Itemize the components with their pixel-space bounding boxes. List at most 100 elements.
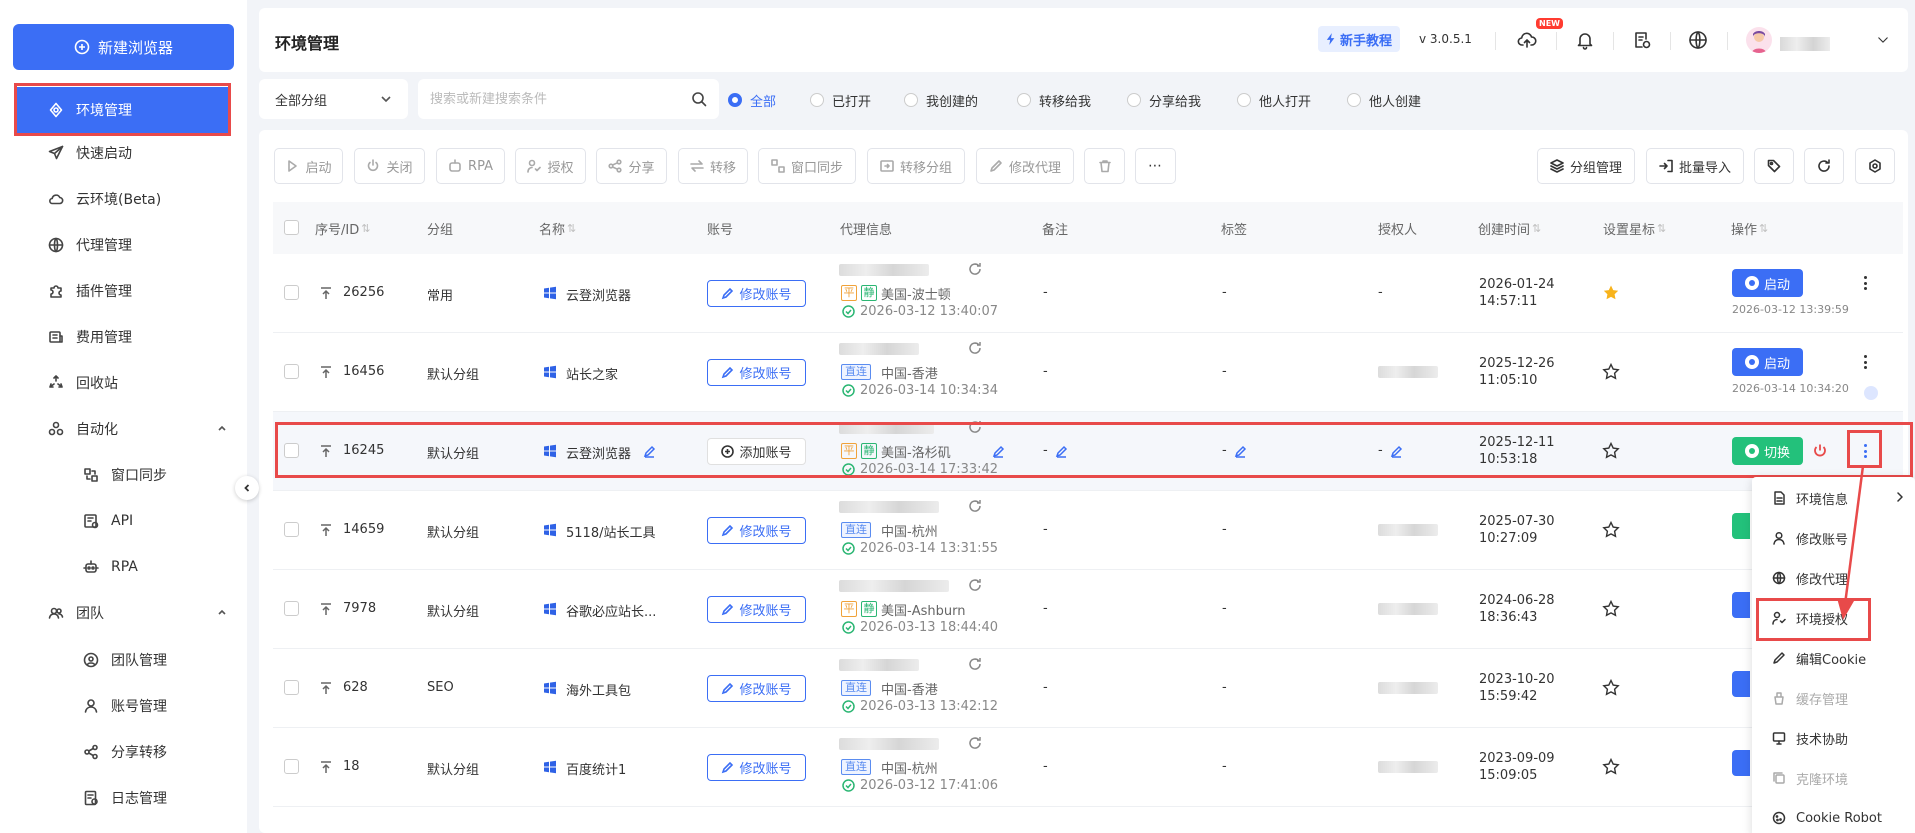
language-globe-icon[interactable] — [1686, 28, 1710, 52]
row-name[interactable]: 云登浏览器 — [566, 285, 631, 304]
launch-button[interactable]: 启动 — [274, 148, 343, 184]
star-icon[interactable] — [1602, 363, 1620, 381]
sidebar-item-api[interactable]: API — [0, 498, 247, 544]
row-more-icon[interactable] — [1857, 274, 1873, 292]
edit-name-icon[interactable] — [643, 445, 656, 458]
star-icon[interactable] — [1602, 442, 1620, 460]
close-button[interactable]: 关闭 — [354, 148, 425, 184]
search-input[interactable] — [430, 79, 680, 119]
sidebar-collapse-button[interactable] — [235, 476, 259, 500]
account-button[interactable]: 修改账号 — [707, 596, 806, 623]
row-checkbox[interactable] — [284, 680, 299, 695]
edit-note-icon[interactable] — [1055, 445, 1068, 458]
sidebar-item-quick-launch[interactable]: 快速启动 — [0, 130, 247, 176]
authorize-button[interactable]: 授权 — [515, 148, 586, 184]
tutorial-button[interactable]: 新手教程 — [1318, 26, 1401, 52]
row-checkbox[interactable] — [284, 364, 299, 379]
pin-icon[interactable] — [319, 444, 333, 458]
sidebar-item-logs[interactable]: 日志管理 — [0, 775, 247, 821]
share-button[interactable]: 分享 — [596, 148, 667, 184]
row-more-icon[interactable] — [1857, 353, 1873, 371]
edit-tag-icon[interactable] — [1234, 445, 1247, 458]
sidebar-item-cloud[interactable]: 云环境(Beta) — [0, 176, 247, 222]
refresh-proxy-icon[interactable] — [968, 736, 982, 750]
edit-proxy-button[interactable]: 修改代理 — [976, 148, 1074, 184]
refresh-proxy-icon[interactable] — [968, 499, 982, 513]
star-icon[interactable] — [1602, 679, 1620, 697]
th-id[interactable]: 序号/ID ⇅ — [315, 219, 370, 238]
pin-icon[interactable] — [319, 681, 333, 695]
search-icon[interactable] — [691, 91, 707, 107]
row-more-icon[interactable] — [1857, 442, 1873, 460]
th-name[interactable]: 名称 ⇅ — [539, 219, 576, 238]
avatar[interactable] — [1746, 27, 1772, 53]
menu-item-cookie-robot[interactable]: Cookie Robot — [1752, 798, 1915, 833]
refresh-proxy-icon[interactable] — [968, 262, 982, 276]
row-checkbox[interactable] — [284, 443, 299, 458]
launch-button[interactable]: 切换 — [1732, 437, 1803, 465]
filter-radio-mine[interactable]: 我创建的 — [904, 91, 978, 110]
chevron-down-icon[interactable] — [1871, 28, 1895, 52]
filter-radio-others-opened[interactable]: 他人打开 — [1237, 91, 1311, 110]
filter-radio-opened[interactable]: 已打开 — [810, 91, 871, 110]
row-name[interactable]: 海外工具包 — [566, 680, 631, 699]
more-button[interactable]: ⋯ — [1135, 148, 1176, 184]
launch-button[interactable]: 启动 — [1732, 348, 1803, 376]
sidebar-item-recycle[interactable]: 回收站 — [0, 360, 247, 406]
th-star[interactable]: 设置星标 ⇅ — [1603, 219, 1666, 238]
account-button[interactable]: 修改账号 — [707, 280, 806, 307]
pin-icon[interactable] — [319, 760, 333, 774]
row-checkbox[interactable] — [284, 285, 299, 300]
chevron-up-icon[interactable] — [217, 607, 227, 617]
row-checkbox[interactable] — [284, 522, 299, 537]
document-settings-icon[interactable] — [1630, 28, 1654, 52]
pin-icon[interactable] — [319, 602, 333, 616]
filter-radio-shared[interactable]: 分享给我 — [1127, 91, 1201, 110]
row-checkbox[interactable] — [284, 759, 299, 774]
refresh-proxy-icon[interactable] — [968, 341, 982, 355]
row-name[interactable]: 5118/站长工具 — [566, 522, 655, 541]
tag-button[interactable] — [1754, 148, 1794, 184]
row-name[interactable]: 云登浏览器 — [566, 443, 631, 462]
pin-icon[interactable] — [319, 523, 333, 537]
bell-icon[interactable] — [1573, 28, 1597, 52]
star-icon[interactable] — [1602, 284, 1620, 302]
th-actions[interactable]: 操作 ⇅ — [1731, 219, 1768, 238]
group-manage-button[interactable]: 分组管理 — [1537, 148, 1635, 184]
filter-radio-others-created[interactable]: 他人创建 — [1347, 91, 1421, 110]
chevron-up-icon[interactable] — [217, 423, 227, 433]
star-icon[interactable] — [1602, 600, 1620, 618]
select-all-checkbox[interactable] — [284, 220, 299, 235]
refresh-proxy-icon[interactable] — [968, 420, 982, 434]
rpa-button[interactable]: RPA — [436, 148, 505, 184]
sidebar-item-automation[interactable]: 自动化 — [0, 406, 247, 452]
window-sync-button[interactable]: 窗口同步 — [758, 148, 856, 184]
menu-item-cache[interactable]: 缓存管理 — [1752, 678, 1915, 718]
delete-button[interactable] — [1084, 148, 1125, 184]
account-button[interactable]: 修改账号 — [707, 754, 806, 781]
refresh-proxy-icon[interactable] — [968, 657, 982, 671]
sidebar-item-plugins[interactable]: 插件管理 — [0, 268, 247, 314]
settings-button[interactable] — [1855, 148, 1895, 184]
sidebar-item-team-manage[interactable]: 团队管理 — [0, 637, 247, 683]
pin-icon[interactable] — [319, 286, 333, 300]
refresh-proxy-icon[interactable] — [968, 578, 982, 592]
sidebar-item-accounts[interactable]: 账号管理 — [0, 683, 247, 729]
refresh-button[interactable] — [1804, 148, 1844, 184]
account-button[interactable]: 修改账号 — [707, 675, 806, 702]
transfer-button[interactable]: 转移 — [678, 148, 748, 184]
th-created[interactable]: 创建时间 ⇅ — [1478, 219, 1541, 238]
account-button[interactable]: 修改账号 — [707, 517, 806, 544]
menu-item-edit-cookie[interactable]: 编辑Cookie — [1752, 638, 1915, 678]
launch-button[interactable]: 启动 — [1732, 269, 1803, 297]
sidebar-item-window-sync[interactable]: 窗口同步 — [0, 452, 247, 498]
row-name[interactable]: 站长之家 — [566, 364, 618, 383]
move-group-button[interactable]: 转移分组 — [867, 148, 965, 184]
sidebar-item-proxy[interactable]: 代理管理 — [0, 222, 247, 268]
filter-radio-transferred[interactable]: 转移给我 — [1017, 91, 1091, 110]
edit-proxy-icon[interactable] — [992, 445, 1005, 458]
star-icon[interactable] — [1602, 758, 1620, 776]
sidebar-item-billing[interactable]: 费用管理 — [0, 314, 247, 360]
batch-import-button[interactable]: 批量导入 — [1646, 148, 1744, 184]
group-select[interactable]: 全部分组 — [259, 79, 408, 119]
